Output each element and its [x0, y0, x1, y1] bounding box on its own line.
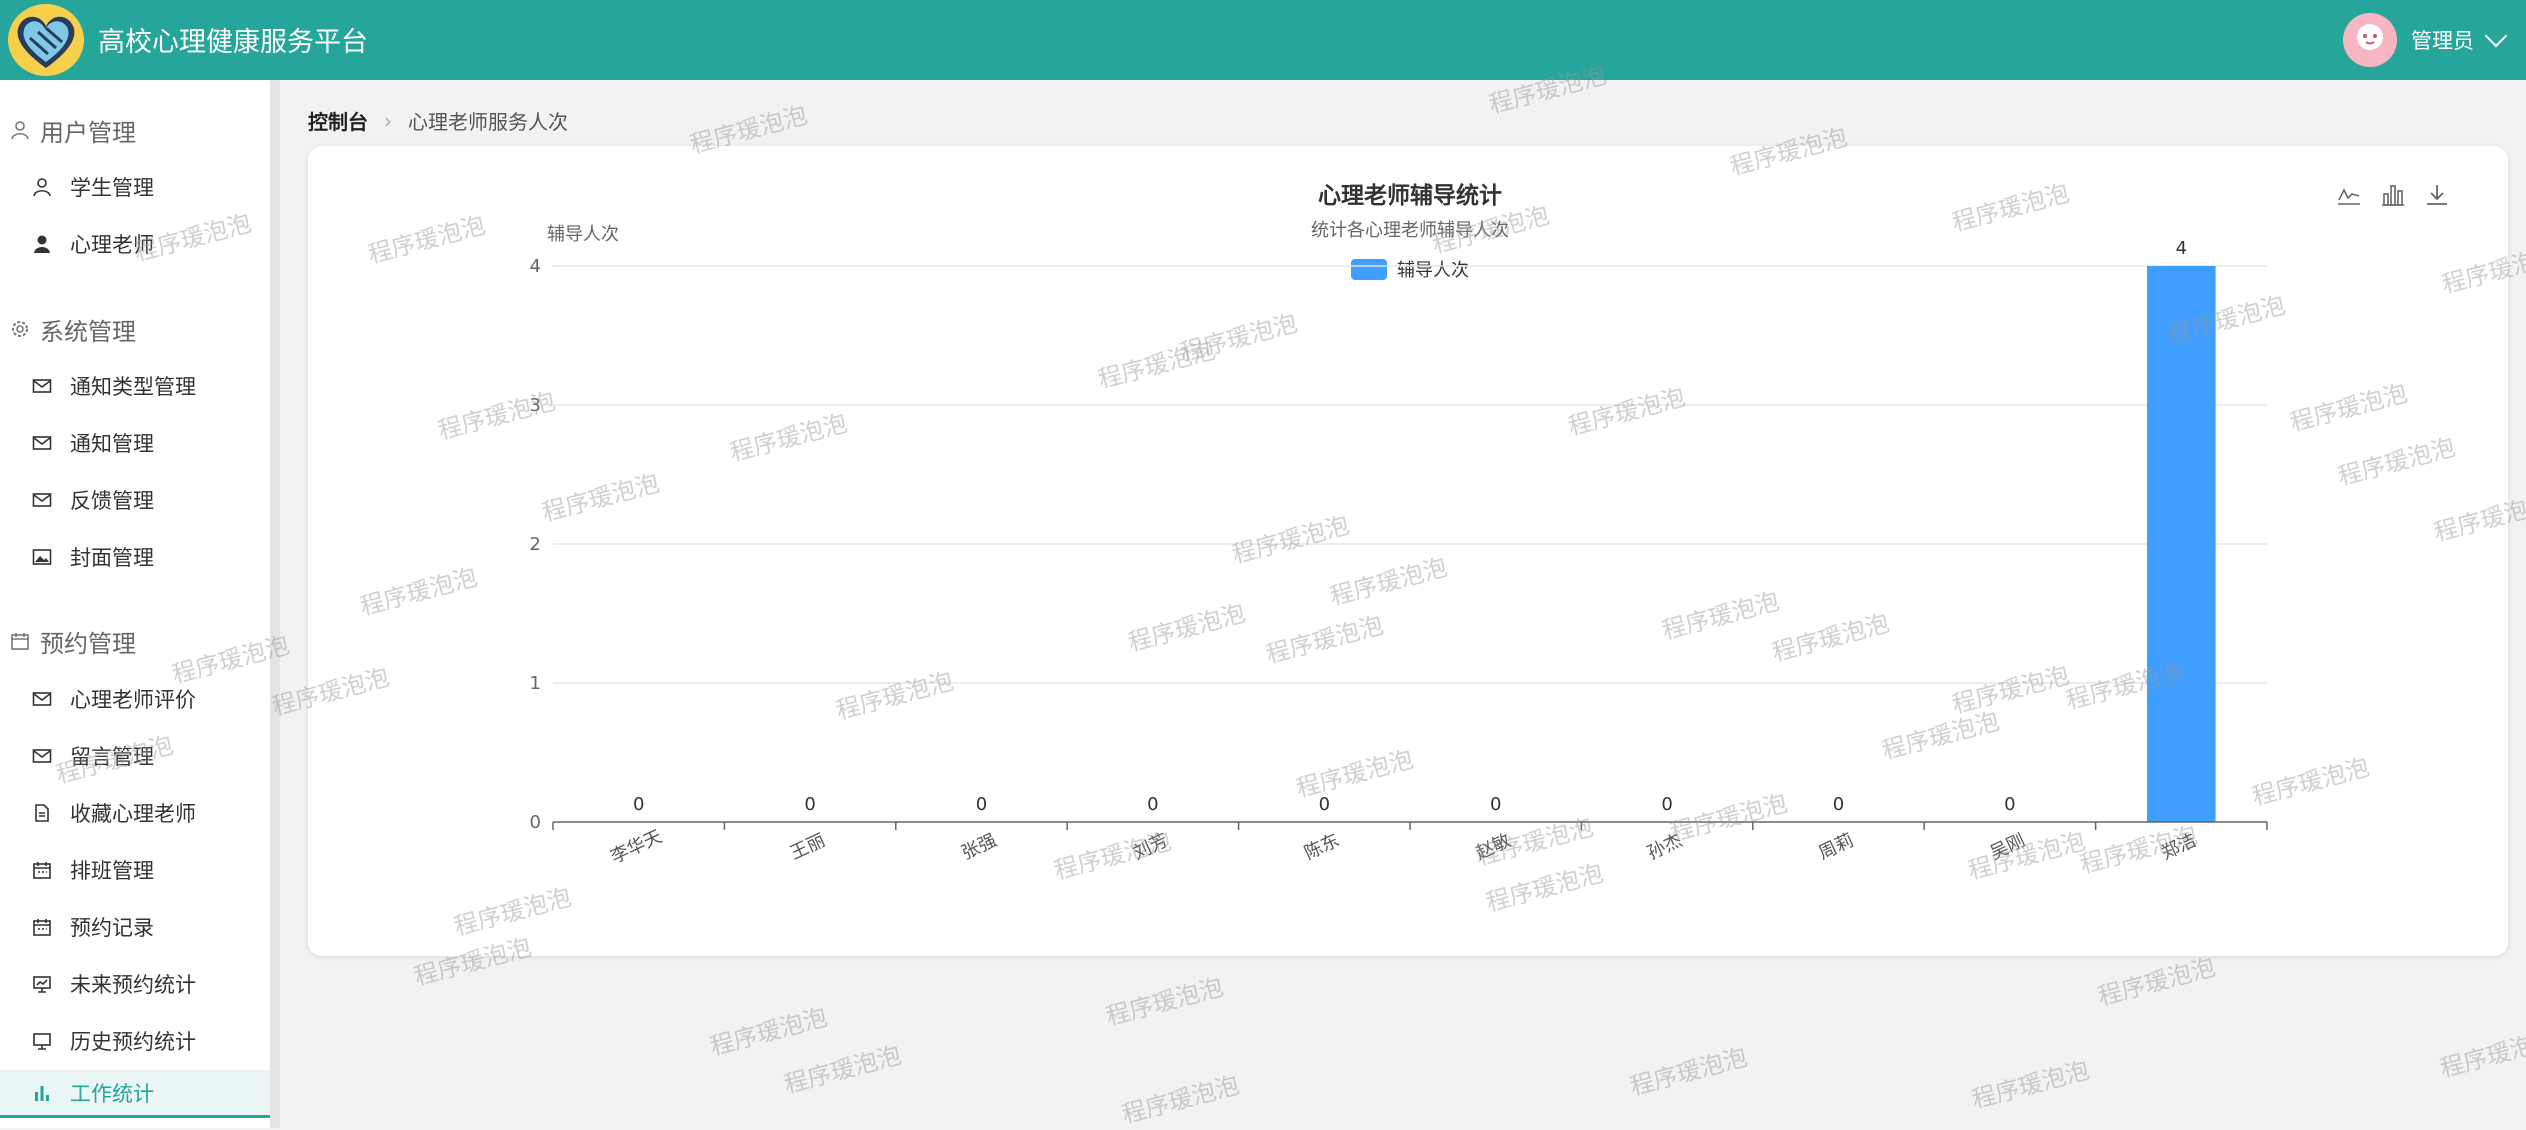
group-system-management[interactable]: 系统管理 — [10, 309, 136, 349]
sidebar-item-label: 封面管理 — [70, 546, 154, 570]
sidebar-item-label: 心理老师 — [70, 233, 154, 257]
sidebar-item-messages[interactable]: 留言管理 — [0, 732, 270, 780]
download-icon[interactable] — [2424, 182, 2450, 208]
sidebar-item-label: 工作统计 — [70, 1081, 154, 1106]
user-menu[interactable]: 管理员 — [2343, 8, 2510, 72]
sidebar-item-appointment-records[interactable]: 预约记录 — [0, 903, 270, 951]
watermark-text: 程序瑗泡泡 — [707, 1002, 831, 1061]
presentation-chart-icon — [32, 974, 52, 994]
sidebar-item-work-stats[interactable]: 工作统计 — [0, 1070, 270, 1118]
watermark-text: 程序瑗泡泡 — [781, 1040, 905, 1099]
watermark-text: 程序瑗泡泡 — [1969, 1055, 2093, 1114]
sidebar-item-notice-types[interactable]: 通知类型管理 — [0, 362, 270, 410]
sidebar-item-label: 学生管理 — [70, 176, 154, 200]
user-icon — [32, 177, 52, 197]
breadcrumb-home[interactable]: 控制台 — [308, 106, 368, 135]
presentation-icon — [32, 1031, 52, 1051]
mail-icon — [32, 433, 52, 453]
calendar-icon — [10, 631, 30, 651]
sidebar-item-label: 收藏心理老师 — [70, 802, 196, 826]
chart-card — [308, 146, 2508, 956]
sidebar-item-teacher-reviews[interactable]: 心理老师评价 — [0, 675, 270, 723]
watermark-text: 程序瑗泡泡 — [2095, 952, 2219, 1011]
sidebar-item-future-stats[interactable]: 未来预约统计 — [0, 960, 270, 1008]
sidebar-item-label: 排班管理 — [70, 859, 154, 883]
sidebar-item-label: 历史预约统计 — [70, 1030, 196, 1054]
chevron-down-icon[interactable] — [2484, 24, 2508, 48]
gear-icon — [10, 319, 30, 339]
mail-icon — [32, 746, 52, 766]
sidebar-item-students[interactable]: 学生管理 — [0, 163, 270, 211]
breadcrumb: 控制台 › 心理老师服务人次 — [308, 106, 568, 135]
sidebar-item-label: 反馈管理 — [70, 489, 154, 513]
watermark-text: 程序瑗泡泡 — [2437, 1024, 2526, 1083]
sidebar-item-label: 未来预约统计 — [70, 973, 196, 997]
sidebar-item-label: 通知管理 — [70, 432, 154, 456]
sidebar-item-feedback[interactable]: 反馈管理 — [0, 476, 270, 524]
mail-icon — [32, 490, 52, 510]
sidebar-item-teachers[interactable]: 心理老师 — [0, 220, 270, 268]
group-title-label: 预约管理 — [40, 629, 136, 658]
user-filled-icon — [32, 234, 52, 254]
calendar-icon — [32, 860, 52, 880]
top-header: 高校心理健康服务平台 管理员 — [0, 0, 2526, 80]
breadcrumb-current: 心理老师服务人次 — [408, 110, 568, 134]
sidebar: 用户管理 学生管理 心理老师 系统管理 通知类型管理 通知管理 反馈管理 封面管… — [0, 80, 280, 1128]
user-icon — [10, 120, 30, 140]
group-title-label: 系统管理 — [40, 317, 136, 346]
sidebar-item-schedule[interactable]: 排班管理 — [0, 846, 270, 894]
watermark-text: 程序瑗泡泡 — [1119, 1070, 1243, 1129]
sidebar-item-label: 通知类型管理 — [70, 375, 196, 399]
app-title: 高校心理健康服务平台 — [98, 27, 368, 58]
chart-toolbox — [2336, 182, 2450, 208]
sidebar-item-label: 留言管理 — [70, 745, 154, 769]
group-user-management[interactable]: 用户管理 — [10, 110, 136, 150]
chevron-right-icon: › — [384, 108, 392, 133]
sidebar-item-favorites[interactable]: 收藏心理老师 — [0, 789, 270, 837]
avatar[interactable] — [2343, 13, 2397, 67]
group-title-label: 用户管理 — [40, 118, 136, 147]
sidebar-item-label: 预约记录 — [70, 916, 154, 940]
watermark-text: 程序瑗泡泡 — [1103, 972, 1227, 1031]
sidebar-item-covers[interactable]: 封面管理 — [0, 533, 270, 581]
sidebar-item-history-stats[interactable]: 历史预约统计 — [0, 1017, 270, 1065]
logo-heart-icon — [8, 4, 84, 76]
line-chart-icon[interactable] — [2336, 182, 2362, 208]
document-icon — [32, 803, 52, 823]
calendar-icon — [32, 917, 52, 937]
image-icon — [32, 547, 52, 567]
watermark-text: 程序瑗泡泡 — [1627, 1042, 1751, 1101]
bar-chart-icon[interactable] — [2380, 182, 2406, 208]
mail-icon — [32, 376, 52, 396]
group-appointment-management[interactable]: 预约管理 — [10, 621, 136, 661]
sidebar-item-label: 心理老师评价 — [70, 688, 196, 712]
bar-chart-icon — [32, 1083, 52, 1103]
user-name[interactable]: 管理员 — [2411, 25, 2474, 55]
mail-icon — [32, 689, 52, 709]
sidebar-item-notices[interactable]: 通知管理 — [0, 419, 270, 467]
